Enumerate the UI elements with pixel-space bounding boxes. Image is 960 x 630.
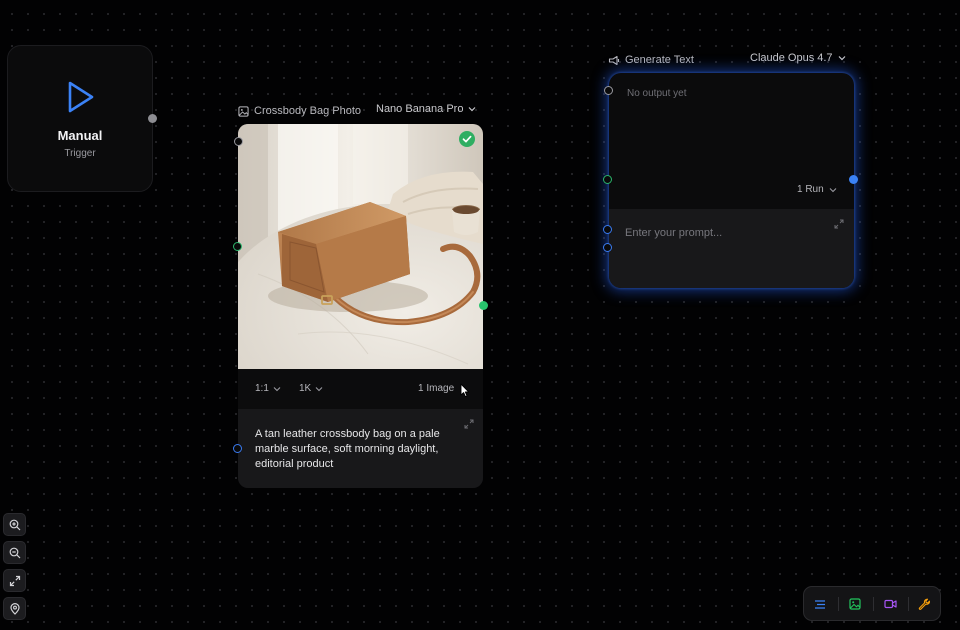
image-node-title: Crossbody Bag Photo bbox=[254, 105, 362, 117]
wrench-icon bbox=[918, 598, 930, 610]
toolbar-divider bbox=[908, 597, 909, 611]
image-model-select[interactable]: Nano Banana Pro bbox=[376, 103, 476, 115]
toolbar-divider bbox=[838, 597, 839, 611]
video-camera-icon bbox=[883, 599, 897, 609]
text-model-select[interactable]: Claude Opus 4.7 bbox=[750, 52, 846, 64]
text-prompt-box[interactable] bbox=[609, 209, 854, 288]
expand-icon[interactable] bbox=[834, 219, 844, 229]
zoom-in-button[interactable] bbox=[3, 513, 26, 536]
zoom-in-icon bbox=[9, 519, 20, 530]
mouse-cursor-icon bbox=[460, 383, 470, 398]
tools-button[interactable] bbox=[915, 595, 933, 613]
text-system-input-port[interactable] bbox=[603, 243, 612, 252]
image-prompt-box[interactable]: A tan leather crossbody bag on a pale ma… bbox=[238, 409, 483, 488]
chevron-down-icon bbox=[838, 56, 845, 61]
zoom-out-icon bbox=[9, 547, 20, 558]
image-count-label: 1 Image bbox=[418, 383, 455, 394]
run-count-label: 1 Run bbox=[797, 184, 824, 195]
image-settings-bar: 1:1 1K 1 Image bbox=[238, 369, 483, 409]
add-image-node-button[interactable] bbox=[846, 595, 864, 613]
run-count-select[interactable]: 1 Run bbox=[797, 184, 837, 195]
image-node-header[interactable]: Crossbody Bag Photo bbox=[238, 105, 361, 117]
locate-button[interactable] bbox=[3, 597, 26, 620]
image-reference-input-port[interactable] bbox=[233, 242, 242, 251]
resolution-select[interactable]: 1K bbox=[299, 383, 323, 394]
text-output: No output yet bbox=[627, 88, 687, 99]
text-prompt-input-port[interactable] bbox=[603, 225, 612, 234]
add-text-node-button[interactable] bbox=[811, 595, 829, 613]
node-add-toolbar bbox=[803, 586, 941, 621]
text-generate-icon bbox=[608, 55, 620, 65]
text-node-title: Generate Text bbox=[625, 54, 694, 66]
text-output-port[interactable] bbox=[849, 175, 858, 184]
text-lines-icon bbox=[815, 599, 825, 609]
chevron-down-icon bbox=[829, 187, 837, 192]
image-output-port[interactable] bbox=[479, 301, 488, 310]
text-model-label: Claude Opus 4.7 bbox=[750, 52, 833, 64]
image-generation-node[interactable]: 1:1 1K 1 Image A tan leather crossbody b… bbox=[238, 124, 483, 488]
bag-photo-illustration bbox=[238, 124, 483, 369]
text-image-input-port[interactable] bbox=[603, 175, 612, 184]
toolbar-divider bbox=[873, 597, 874, 611]
image-prompt-text[interactable]: A tan leather crossbody bag on a pale ma… bbox=[255, 427, 445, 472]
check-icon bbox=[459, 131, 475, 147]
manual-trigger-node[interactable]: Manual Trigger bbox=[7, 45, 153, 192]
text-prompt-input[interactable] bbox=[625, 227, 825, 239]
image-icon bbox=[849, 598, 861, 610]
expand-icon bbox=[9, 575, 20, 586]
workflow-canvas[interactable]: Manual Trigger Crossbody Bag Photo Nano … bbox=[0, 0, 960, 630]
trigger-output-port[interactable] bbox=[148, 114, 157, 123]
expand-icon[interactable] bbox=[464, 419, 474, 429]
aspect-ratio-select[interactable]: 1:1 bbox=[255, 383, 281, 394]
image-icon bbox=[238, 105, 249, 117]
trigger-title: Manual bbox=[57, 128, 103, 143]
image-trigger-input-port[interactable] bbox=[234, 137, 243, 146]
chevron-down-icon bbox=[273, 386, 281, 391]
add-video-node-button[interactable] bbox=[881, 595, 899, 613]
image-count-select[interactable]: 1 Image bbox=[418, 383, 454, 394]
image-prompt-input-port[interactable] bbox=[233, 444, 242, 453]
play-icon bbox=[68, 81, 94, 113]
chevron-down-icon bbox=[315, 386, 323, 391]
aspect-ratio-label: 1:1 bbox=[255, 383, 269, 394]
zoom-out-button[interactable] bbox=[3, 541, 26, 564]
text-trigger-input-port[interactable] bbox=[604, 86, 613, 95]
trigger-subtitle: Trigger bbox=[64, 148, 96, 159]
image-model-label: Nano Banana Pro bbox=[376, 103, 464, 115]
fit-view-button[interactable] bbox=[3, 569, 26, 592]
location-pin-icon bbox=[9, 602, 20, 615]
generated-image[interactable] bbox=[238, 124, 483, 369]
text-node-header[interactable]: Generate Text bbox=[608, 54, 694, 66]
chevron-down-icon bbox=[469, 107, 476, 112]
text-generation-node[interactable]: No output yet 1 Run bbox=[609, 73, 854, 288]
resolution-label: 1K bbox=[299, 383, 312, 394]
